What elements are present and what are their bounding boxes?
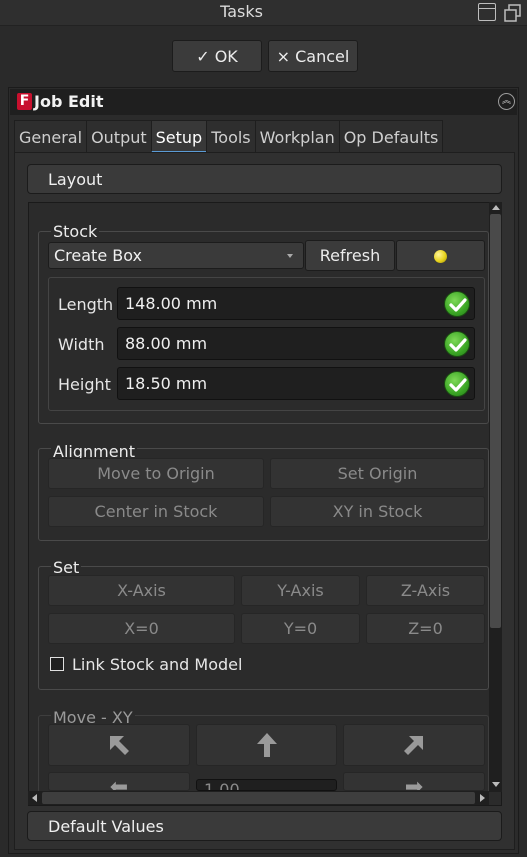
collapse-panel-icon[interactable]: ︽: [498, 93, 515, 110]
height-input[interactable]: 18.50 mm: [117, 367, 475, 400]
window-titlebar: Tasks: [0, 0, 527, 26]
move-up-left-button[interactable]: [48, 724, 190, 766]
center-in-stock-button[interactable]: Center in Stock: [48, 496, 264, 527]
arrow-left-icon: ⬅: [109, 775, 129, 791]
scroll-up-icon[interactable]: [492, 205, 500, 210]
stock-type-select[interactable]: Create Box: [48, 242, 304, 269]
link-stock-model-label: Link Stock and Model: [72, 655, 243, 674]
move-up-right-button[interactable]: [343, 724, 485, 766]
move-right-button[interactable]: ➡: [343, 772, 485, 791]
tab-tools[interactable]: Tools: [206, 120, 256, 153]
tab-op-defaults[interactable]: Op Defaults: [338, 120, 444, 153]
z-axis-button[interactable]: Z-Axis: [366, 575, 485, 606]
stock-type-value: Create Box: [54, 246, 142, 265]
x-zero-button[interactable]: X=0: [48, 613, 235, 644]
link-stock-model-checkbox[interactable]: [50, 657, 64, 671]
x-axis-button[interactable]: X-Axis: [48, 575, 235, 606]
arrow-right-icon: ➡: [404, 775, 424, 791]
tab-workplan[interactable]: Workplan: [254, 120, 340, 153]
width-input[interactable]: 88.00 mm: [117, 327, 475, 360]
move-step-input[interactable]: 1.00: [196, 779, 337, 791]
dock-icon[interactable]: [478, 3, 496, 21]
width-valid-check-icon: [444, 331, 470, 357]
ok-button[interactable]: ✓ OK: [172, 40, 262, 72]
move-to-origin-button[interactable]: Move to Origin: [48, 458, 264, 489]
vertical-scroll-thumb[interactable]: [490, 214, 501, 628]
length-label: Length: [58, 295, 114, 314]
horizontal-scroll-thumb[interactable]: [42, 792, 475, 804]
cancel-button[interactable]: × Cancel: [268, 40, 358, 72]
status-indicator-icon: [434, 250, 447, 263]
refresh-button[interactable]: Refresh: [305, 240, 395, 271]
length-valid-check-icon: [444, 291, 470, 317]
set-origin-button[interactable]: Set Origin: [270, 458, 485, 489]
arrow-up-left-icon: [110, 736, 129, 755]
xy-in-stock-button[interactable]: XY in Stock: [270, 496, 485, 527]
scroll-down-icon[interactable]: [492, 782, 500, 787]
height-valid-check-icon: [444, 371, 470, 397]
tab-bar: General Output Setup Tools Workplan Op D…: [14, 120, 444, 153]
z-zero-button[interactable]: Z=0: [366, 613, 485, 644]
scroll-left-icon[interactable]: [32, 794, 37, 802]
default-values-section-header[interactable]: Default Values: [27, 811, 502, 841]
window-title: Tasks: [220, 2, 263, 21]
float-window-icon[interactable]: [503, 3, 523, 23]
tab-setup[interactable]: Setup: [150, 120, 208, 153]
freecad-logo-icon: F: [17, 93, 32, 110]
move-left-button[interactable]: ⬅: [48, 772, 190, 791]
arrow-up-right-icon: [404, 736, 423, 755]
y-zero-button[interactable]: Y=0: [241, 613, 360, 644]
panel-title: Job Edit: [34, 92, 104, 111]
stock-group-title: Stock: [51, 222, 100, 241]
scroll-right-icon[interactable]: [480, 794, 485, 802]
stock-status-button[interactable]: [396, 240, 485, 271]
layout-section-header[interactable]: Layout: [27, 164, 502, 194]
width-label: Width: [58, 335, 105, 354]
move-up-button[interactable]: [196, 724, 337, 766]
length-input[interactable]: 148.00 mm: [117, 287, 475, 320]
tab-general[interactable]: General: [14, 120, 88, 153]
y-axis-button[interactable]: Y-Axis: [241, 575, 360, 606]
arrow-up-icon: [256, 733, 277, 757]
tab-output[interactable]: Output: [86, 120, 152, 153]
height-label: Height: [58, 375, 111, 394]
chevron-down-icon: [287, 254, 293, 258]
